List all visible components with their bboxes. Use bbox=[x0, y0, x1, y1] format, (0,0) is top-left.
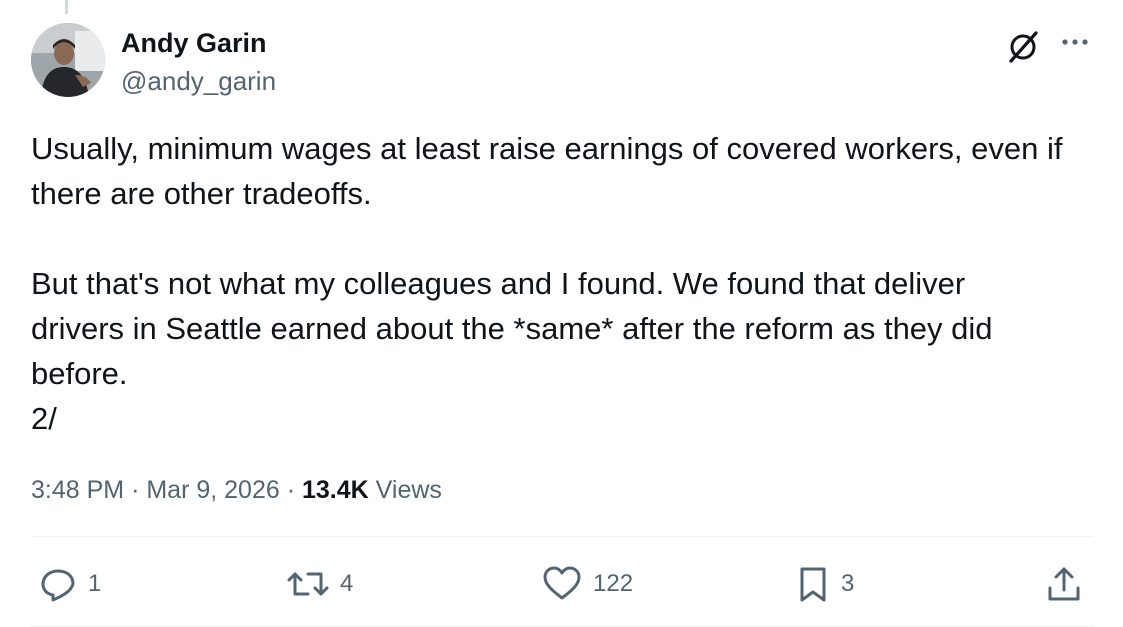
bookmark-count: 3 bbox=[841, 570, 855, 597]
meta-separator: · bbox=[286, 476, 296, 504]
like-button[interactable]: 122 bbox=[541, 556, 633, 612]
meta-separator: · bbox=[131, 476, 140, 504]
like-count: 122 bbox=[593, 570, 634, 597]
reply-button[interactable]: 1 bbox=[38, 556, 101, 612]
repost-count: 4 bbox=[340, 570, 354, 597]
tweet-metadata: 3:48 PM · Mar 9, 2026 · 13.4K Views bbox=[31, 472, 442, 508]
speech-bubble-icon bbox=[41, 569, 75, 602]
divider bbox=[31, 536, 1093, 537]
share-button[interactable] bbox=[1044, 556, 1084, 612]
tweet-text: Usually, minimum wages at least raise ea… bbox=[31, 131, 1063, 436]
thread-connector-line bbox=[65, 0, 68, 14]
more-options-button[interactable] bbox=[1057, 26, 1093, 58]
grok-button[interactable] bbox=[1003, 26, 1043, 66]
bookmark-icon bbox=[800, 567, 826, 602]
repost-button[interactable]: 4 bbox=[286, 556, 353, 612]
grok-slash-circle-icon bbox=[1009, 31, 1038, 63]
avatar[interactable] bbox=[31, 23, 105, 97]
ellipsis-icon bbox=[1062, 39, 1088, 45]
views-label[interactable]: Views bbox=[376, 476, 442, 504]
repost-arrows-icon bbox=[287, 572, 329, 596]
reply-count: 1 bbox=[88, 570, 102, 597]
avatar-photo bbox=[31, 23, 105, 97]
bookmark-button[interactable]: 3 bbox=[795, 556, 854, 612]
tweet-date[interactable]: Mar 9, 2026 bbox=[146, 476, 279, 504]
action-bar: 1 4 122 3 bbox=[0, 556, 1123, 612]
author-handle[interactable]: @andy_garin bbox=[121, 64, 276, 98]
views-count[interactable]: 13.4K bbox=[302, 476, 369, 504]
author-name[interactable]: Andy Garin bbox=[121, 26, 267, 60]
heart-icon bbox=[543, 566, 581, 600]
tweet-time[interactable]: 3:48 PM bbox=[31, 476, 124, 504]
share-upload-icon bbox=[1048, 567, 1080, 601]
